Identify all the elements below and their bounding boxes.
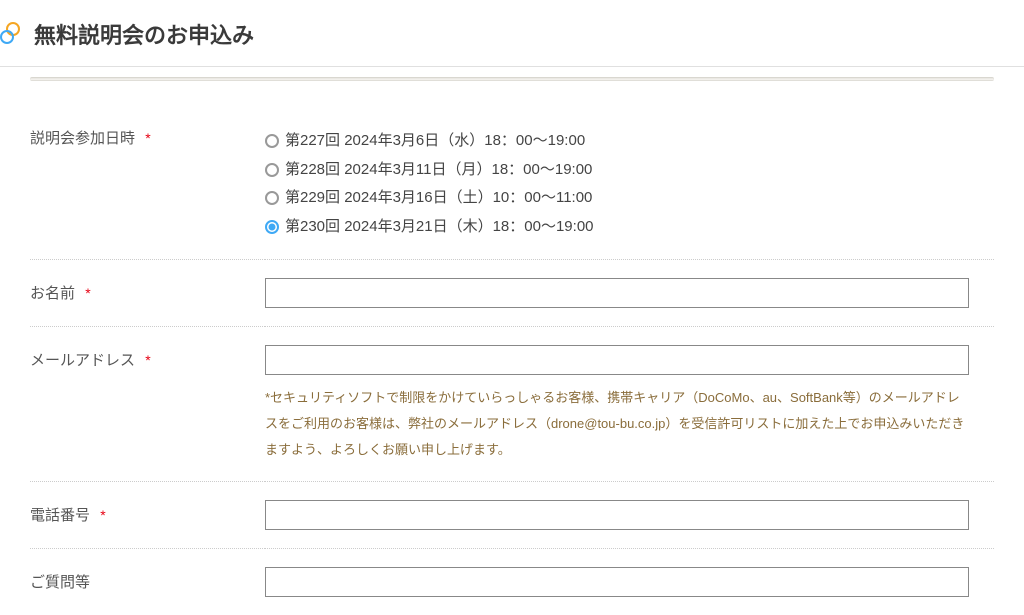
radio-label: 第228回 2024年3月11日（月）18：00〜19:00 <box>285 156 592 185</box>
field-email: *セキュリティソフトで制限をかけていらっしゃるお客様、携帯キャリア（DoCoMo… <box>265 327 994 482</box>
radio-label: 第230回 2024年3月21日（木）18：00〜19:00 <box>285 213 594 242</box>
question-input[interactable] <box>265 567 969 597</box>
required-mark: * <box>145 352 150 368</box>
radio-icon <box>265 220 279 234</box>
email-input[interactable] <box>265 345 969 375</box>
radio-label: 第229回 2024年3月16日（土）10：00〜11:00 <box>285 184 592 213</box>
field-question <box>265 549 994 615</box>
label-name-text: お名前 <box>30 285 75 302</box>
radio-option[interactable]: 第229回 2024年3月16日（土）10：00〜11:00 <box>265 184 994 213</box>
accent-divider <box>30 77 994 81</box>
label-email: メールアドレス * <box>30 327 265 482</box>
name-input[interactable] <box>265 278 969 308</box>
radio-option[interactable]: 第230回 2024年3月21日（木）18：00〜19:00 <box>265 213 994 242</box>
field-phone <box>265 482 994 549</box>
email-helper-text: *セキュリティソフトで制限をかけていらっしゃるお客様、携帯キャリア（DoCoMo… <box>265 385 969 463</box>
label-phone-text: 電話番号 <box>30 507 90 524</box>
radio-icon <box>265 163 279 177</box>
radio-option[interactable]: 第228回 2024年3月11日（月）18：00〜19:00 <box>265 156 994 185</box>
label-question: ご質問等 <box>30 549 265 615</box>
label-name: お名前 * <box>30 260 265 327</box>
field-date: 第227回 2024年3月6日（水）18：00〜19:00 第228回 2024… <box>265 109 994 260</box>
radio-icon <box>265 134 279 148</box>
label-date: 説明会参加日時 * <box>30 109 265 260</box>
required-mark: * <box>85 285 90 301</box>
label-question-text: ご質問等 <box>30 574 90 591</box>
required-mark: * <box>145 130 150 146</box>
radio-label: 第227回 2024年3月6日（水）18：00〜19:00 <box>285 127 585 156</box>
label-email-text: メールアドレス <box>30 352 135 369</box>
page-title: 無料説明会のお申込み <box>34 18 254 50</box>
radio-option[interactable]: 第227回 2024年3月6日（水）18：00〜19:00 <box>265 127 994 156</box>
logo-icon <box>0 22 24 46</box>
radio-icon <box>265 191 279 205</box>
field-name <box>265 260 994 327</box>
form-table: 説明会参加日時 * 第227回 2024年3月6日（水）18：00〜19:00 … <box>30 109 994 615</box>
required-mark: * <box>100 507 105 523</box>
label-date-text: 説明会参加日時 <box>30 130 135 147</box>
label-phone: 電話番号 * <box>30 482 265 549</box>
